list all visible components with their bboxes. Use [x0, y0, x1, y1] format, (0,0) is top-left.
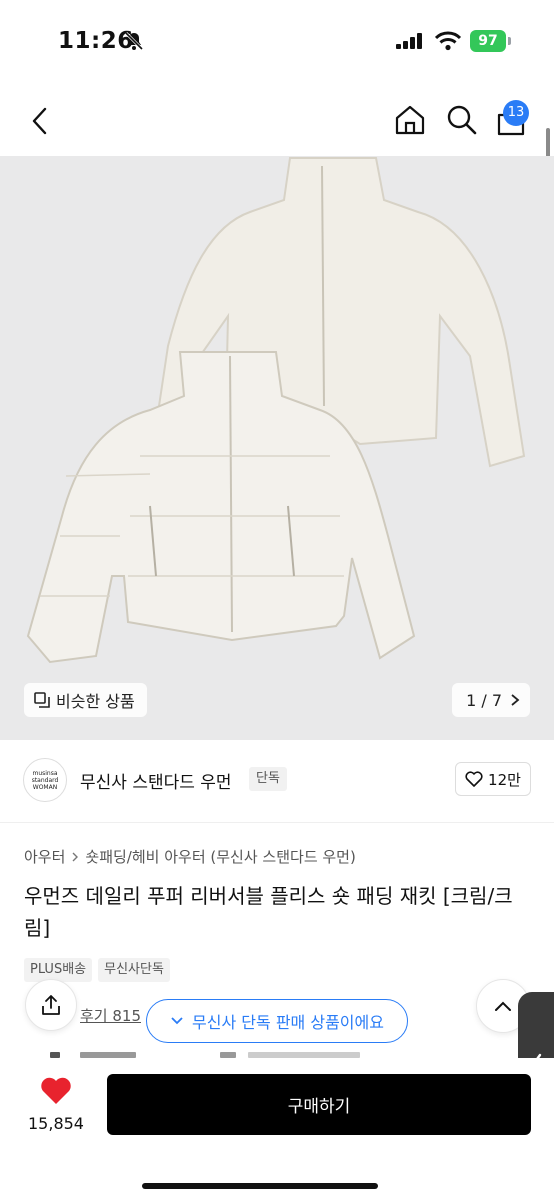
- exclusive-sale-toast: 무신사 단독 판매 상품이에요: [146, 999, 408, 1043]
- breadcrumb: 아우터 숏패딩/헤비 아우터 (무신사 스탠다드 우먼): [24, 846, 356, 867]
- battery-nub: [508, 37, 511, 45]
- product-title: 우먼즈 데일리 푸퍼 리버서블 플리스 숏 패딩 재킷 [크림/크림]: [24, 884, 513, 940]
- breadcrumb-item[interactable]: 아우터: [24, 846, 65, 867]
- chevron-down-icon: [171, 1017, 183, 1025]
- wishlist-button[interactable]: 15,854: [24, 1076, 88, 1133]
- chevron-right-icon: [511, 694, 520, 706]
- exclusive-tag: 단독: [249, 767, 287, 791]
- bottom-action-bar: 15,854 구매하기: [0, 1058, 554, 1200]
- similar-items-icon: [34, 692, 50, 708]
- heart-filled-icon: [41, 1077, 71, 1104]
- top-navigation: [0, 96, 554, 146]
- wishlist-count: 15,854: [28, 1114, 84, 1133]
- heart-outline-icon: [465, 771, 483, 787]
- share-icon: [42, 995, 60, 1015]
- bell-off-icon: [124, 31, 144, 51]
- product-photo: [26, 157, 526, 664]
- home-icon[interactable]: [394, 104, 426, 136]
- brand-row: musinsa standard WOMAN 무신사 스탠다드 우먼 단독 12…: [0, 756, 554, 806]
- home-indicator: [142, 1183, 378, 1189]
- toast-text: 무신사 단독 판매 상품이에요: [192, 1013, 384, 1032]
- plus-delivery-tag: PLUS배송: [24, 958, 93, 982]
- brand-logo-line-3: WOMAN: [32, 783, 58, 791]
- battery-indicator: 97: [470, 30, 506, 52]
- review-count-link[interactable]: 후기 815: [80, 1005, 141, 1026]
- back-chevron-icon[interactable]: [28, 106, 52, 136]
- brand-like-button[interactable]: 12만: [455, 762, 531, 796]
- brand-logo-line-2: standard: [31, 776, 59, 784]
- breadcrumb-item[interactable]: 숏패딩/헤비 아우터 (무신사 스탠다드 우먼): [85, 846, 355, 867]
- status-bar: 11:26 97: [0, 0, 554, 86]
- chevron-right-icon: [72, 852, 79, 861]
- cellular-signal-icon: [396, 33, 422, 49]
- page-indicator-text: 1 / 7: [466, 690, 502, 710]
- section-divider: [0, 822, 554, 823]
- buy-button[interactable]: 구매하기: [107, 1074, 531, 1135]
- search-icon[interactable]: [446, 104, 478, 136]
- similar-products-button[interactable]: 비슷한 상품: [24, 683, 147, 717]
- chevron-up-icon: [495, 1001, 511, 1011]
- similar-products-label: 비슷한 상품: [56, 692, 135, 711]
- musinsa-exclusive-tag: 무신사단독: [98, 958, 170, 982]
- product-image-carousel[interactable]: 비슷한 상품 1 / 7: [0, 156, 554, 740]
- brand-like-count: 12만: [488, 770, 521, 789]
- status-time: 11:26: [58, 28, 134, 54]
- brand-name-link[interactable]: 무신사 스탠다드 우먼: [80, 768, 232, 793]
- cart-count-badge: 13: [503, 100, 529, 126]
- brand-logo-line-1: musinsa: [32, 769, 58, 777]
- image-page-indicator[interactable]: 1 / 7: [452, 683, 530, 717]
- brand-logo[interactable]: musinsa standard WOMAN: [23, 758, 67, 802]
- share-button[interactable]: [25, 979, 77, 1031]
- wifi-icon: [435, 31, 461, 51]
